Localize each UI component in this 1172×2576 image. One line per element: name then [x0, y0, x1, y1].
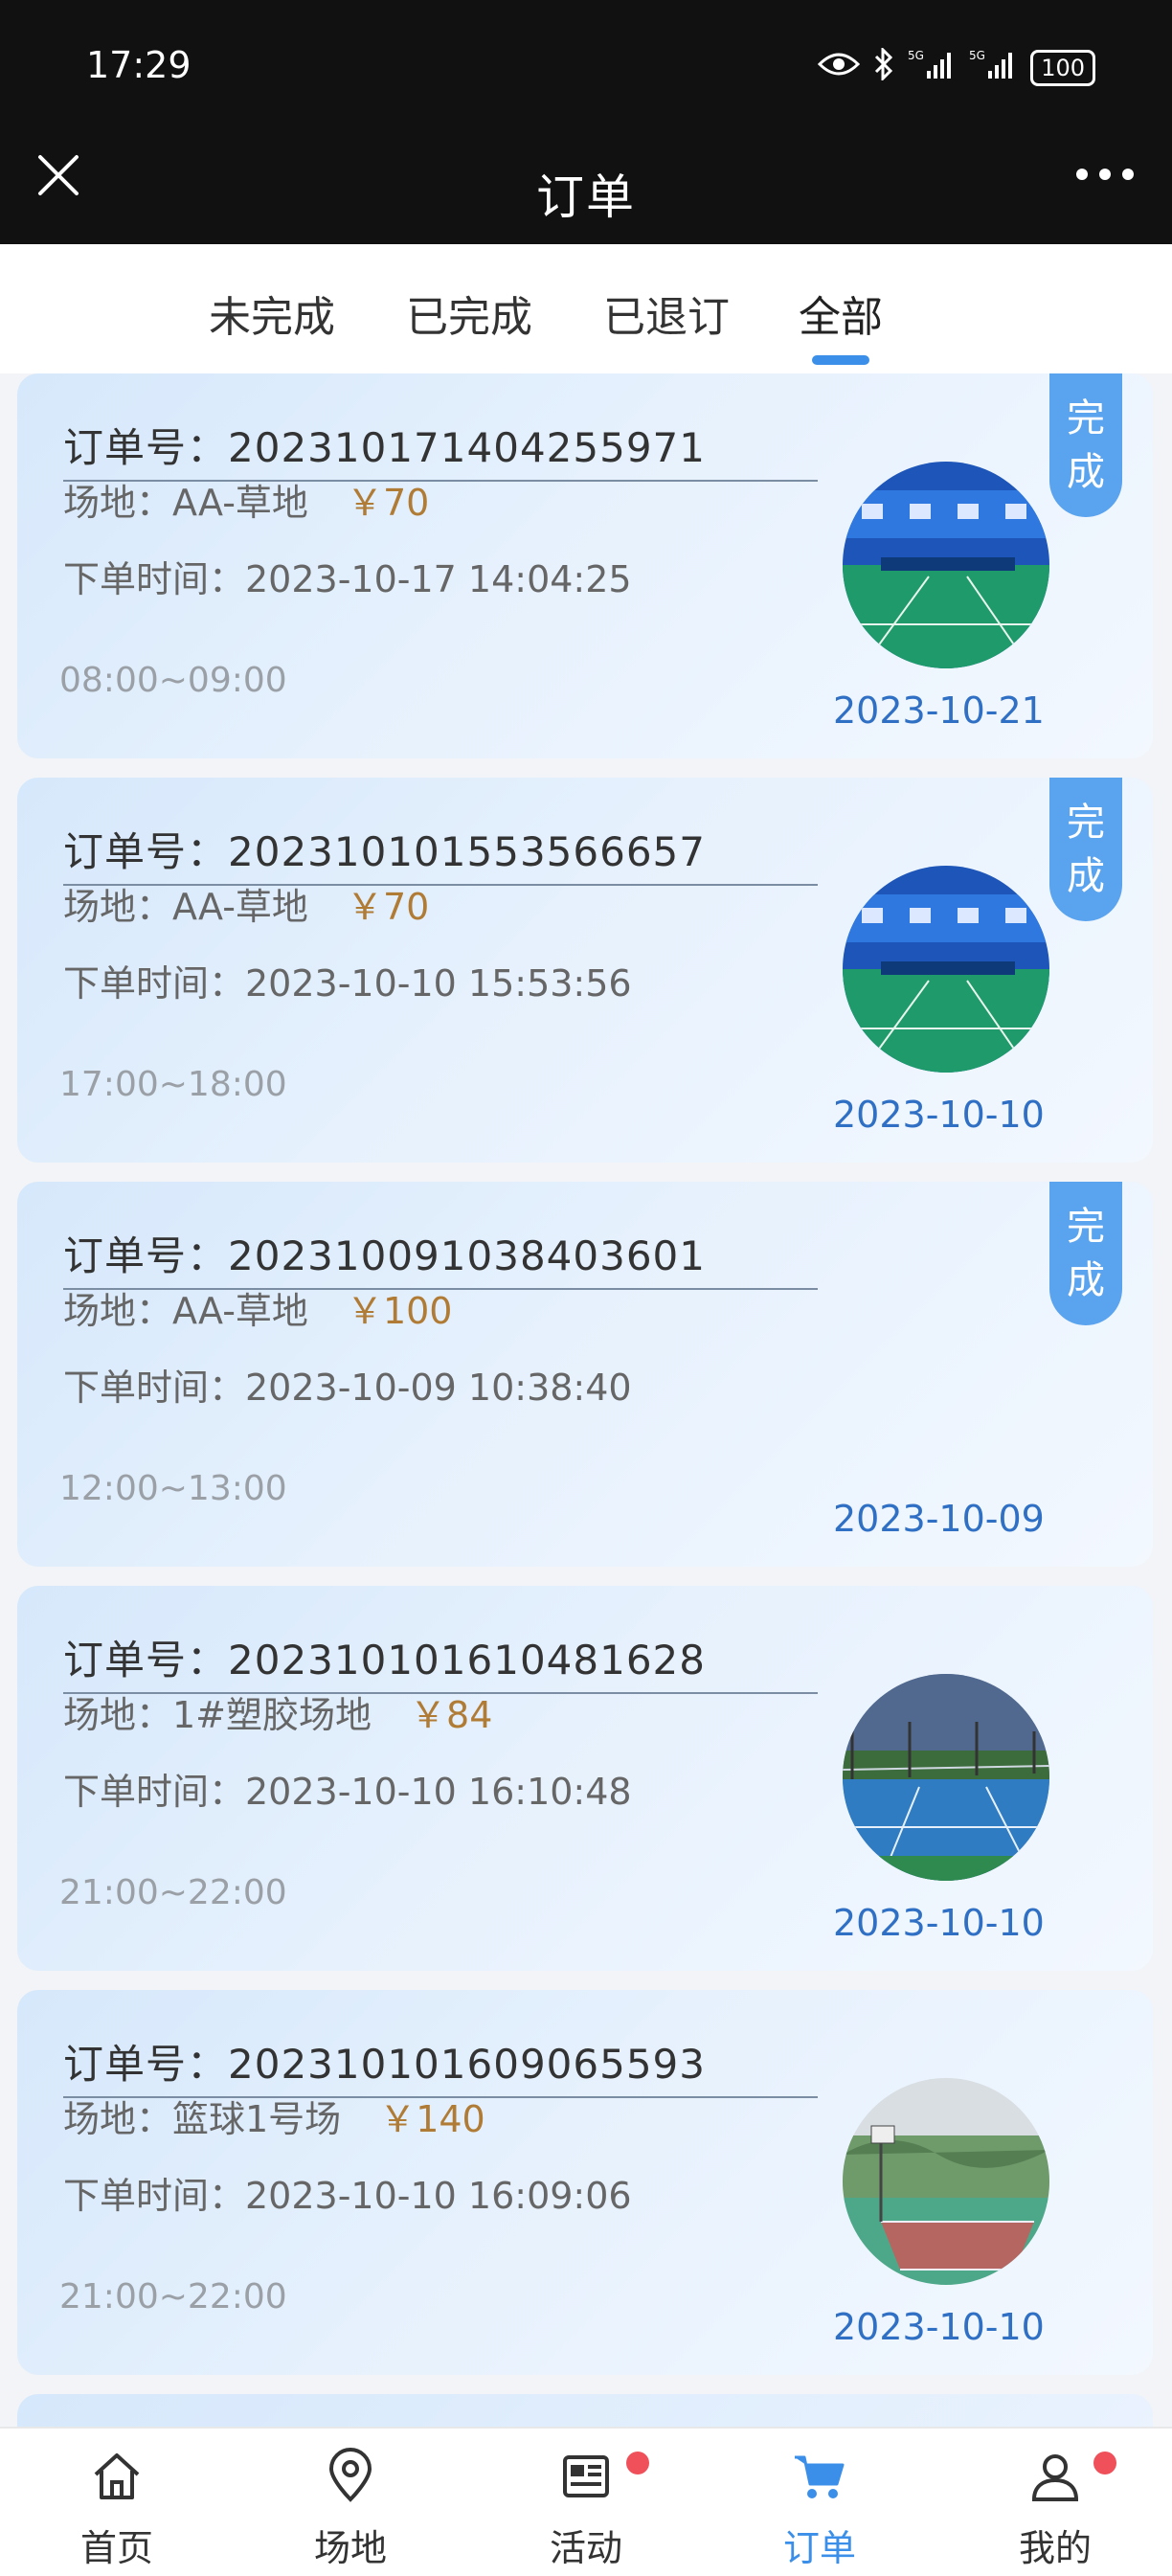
booking-date: 2023-10-10 — [833, 1902, 1045, 1944]
battery-icon: 100 — [1030, 50, 1095, 86]
svg-text:5G: 5G — [969, 49, 985, 62]
more-icon[interactable] — [1076, 169, 1134, 180]
tab-all[interactable]: 全部 — [799, 282, 883, 344]
tab-completed[interactable]: 已完成 — [406, 282, 532, 344]
order-tabs: 未完成 已完成 已退订 全部 — [0, 244, 1172, 373]
page-title: 订单 — [536, 169, 636, 225]
order-number: 订单号：202310101609065593 — [63, 2032, 818, 2098]
order-card[interactable]: 订单号：202310171404255971 场地：AA-草地 ￥70 下单时间：… — [17, 373, 1153, 758]
order-time: 下单时间：2023-10-10 15:53:56 — [63, 962, 632, 1005]
booking-date: 2023-10-09 — [833, 1498, 1045, 1540]
svg-text:5G: 5G — [908, 49, 924, 62]
tab-incomplete[interactable]: 未完成 — [209, 282, 335, 344]
order-price: ￥140 — [379, 2098, 485, 2140]
order-venue: 场地：篮球1号场 ￥140 — [63, 2098, 485, 2140]
nav-bar: 订单 — [0, 134, 1172, 244]
nav-activity-label: 活动 — [549, 2527, 622, 2569]
booking-date: 2023-10-21 — [833, 689, 1045, 732]
order-price: ￥70 — [346, 886, 430, 928]
nav-activity[interactable]: 活动 — [509, 2429, 663, 2576]
venue-thumbnail — [843, 866, 1049, 1073]
eye-icon — [818, 50, 861, 86]
order-card[interactable]: 订单号：202310101610481628 场地：1#塑胶场地 ￥84 下单时间… — [17, 1586, 1153, 1971]
order-number: 订单号：202310101610481628 — [63, 1628, 818, 1694]
nav-home[interactable]: 首页 — [40, 2429, 193, 2576]
order-number: 订单号：202310171404255971 — [63, 416, 818, 482]
order-card[interactable]: 订单号：202310101609065593 场地：篮球1号场 ￥140 下单时间… — [17, 1990, 1153, 2375]
status-icons: 5G 5G 100 — [818, 46, 1095, 88]
order-number: 订单号：202310101553566657 — [63, 820, 818, 886]
order-time-slot: 21:00~22:00 — [59, 2277, 287, 2316]
status-time: 17:29 — [86, 44, 192, 86]
location-pin-icon — [328, 2448, 372, 2502]
nav-orders[interactable]: 订单 — [743, 2429, 896, 2576]
order-card[interactable]: 订单号：202310101553566657 场地：AA-草地 ￥70 下单时间：… — [17, 778, 1153, 1163]
nav-profile-label: 我的 — [1018, 2527, 1092, 2569]
order-time-slot: 17:00~18:00 — [59, 1065, 287, 1104]
status-badge: 完成 — [1049, 1182, 1122, 1325]
status-bar: 17:29 5G 5G 100 — [0, 0, 1172, 134]
order-time: 下单时间：2023-10-10 16:09:06 — [63, 2175, 632, 2217]
order-card[interactable]: 订单号：202310091038403601 场地：AA-草地 ￥100 下单时间… — [17, 1182, 1153, 1567]
tab-indicator — [812, 355, 869, 365]
order-price: ￥100 — [346, 1290, 453, 1332]
order-number: 订单号：202310091038403601 — [63, 1224, 818, 1290]
status-badge: 完成 — [1049, 373, 1122, 517]
signal-icon: 5G — [969, 48, 1017, 88]
order-time-slot: 21:00~22:00 — [59, 1873, 287, 1912]
booking-date: 2023-10-10 — [833, 2306, 1045, 2348]
status-badge: 完成 — [1049, 778, 1122, 921]
venue-thumbnail — [843, 1674, 1049, 1881]
venue-thumbnail — [843, 462, 1049, 668]
nav-profile[interactable]: 我的 — [979, 2429, 1132, 2576]
order-time: 下单时间：2023-10-17 14:04:25 — [63, 558, 632, 600]
order-venue: 场地：AA-草地 ￥70 — [63, 886, 430, 928]
order-time: 下单时间：2023-10-09 10:38:40 — [63, 1367, 632, 1409]
order-venue: 场地：AA-草地 ￥100 — [63, 1290, 453, 1332]
news-icon — [563, 2455, 609, 2497]
notification-dot — [626, 2452, 649, 2474]
bluetooth-icon — [873, 46, 894, 88]
order-price: ￥84 — [410, 1694, 493, 1736]
nav-venue-label: 场地 — [313, 2527, 387, 2569]
home-icon — [94, 2453, 140, 2499]
notification-dot — [1093, 2452, 1116, 2474]
order-venue: 场地：1#塑胶场地 ￥84 — [63, 1694, 493, 1736]
bottom-nav: 首页 场地 活动 订单 我的 — [0, 2427, 1172, 2576]
order-time-slot: 12:00~13:00 — [59, 1469, 287, 1508]
signal-icon: 5G — [908, 48, 956, 88]
venue-thumbnail — [843, 2078, 1049, 2285]
nav-orders-label: 订单 — [782, 2527, 856, 2569]
booking-date: 2023-10-10 — [833, 1094, 1045, 1136]
order-venue: 场地：AA-草地 ￥70 — [63, 482, 430, 524]
order-price: ￥70 — [346, 482, 430, 524]
person-icon — [1031, 2454, 1079, 2501]
order-time-slot: 08:00~09:00 — [59, 661, 287, 700]
cart-icon — [795, 2455, 845, 2498]
nav-home-label: 首页 — [79, 2527, 153, 2569]
nav-venue[interactable]: 场地 — [274, 2429, 427, 2576]
tab-refunded[interactable]: 已退订 — [603, 282, 730, 344]
order-time: 下单时间：2023-10-10 16:10:48 — [63, 1771, 632, 1813]
